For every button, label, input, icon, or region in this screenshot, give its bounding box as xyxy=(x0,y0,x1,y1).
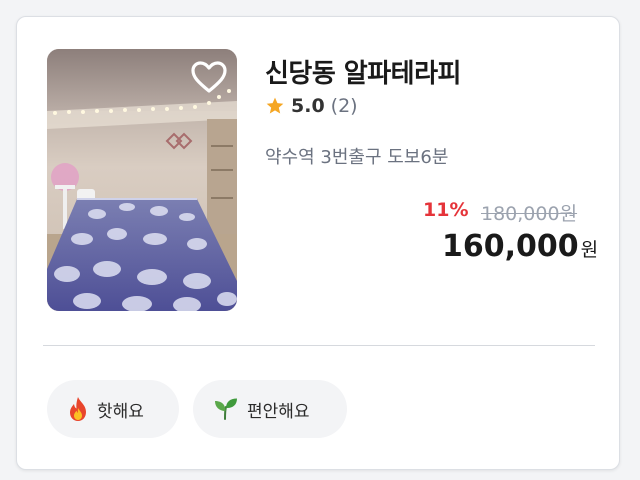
rating: 5.0 (2) xyxy=(265,95,358,117)
rating-count: (2) xyxy=(330,95,358,117)
divider xyxy=(43,345,595,346)
tag-label: 핫해요 xyxy=(97,401,144,422)
shop-card[interactable]: 신당동 알파테라피 5.0 (2) 약수역 3번출구 도보6분 11% 180,… xyxy=(16,16,620,470)
current-price: 160,000 원 xyxy=(442,229,598,264)
original-price: 180,000원 xyxy=(481,203,578,225)
favorite-heart-icon[interactable] xyxy=(189,57,229,97)
rating-score: 5.0 xyxy=(291,95,325,117)
shop-title[interactable]: 신당동 알파테라피 xyxy=(265,53,461,90)
fire-icon xyxy=(70,397,86,421)
star-icon xyxy=(266,97,284,114)
discount-rate: 11% xyxy=(423,199,469,221)
current-price-value: 160,000 xyxy=(442,229,579,264)
tag-hot[interactable]: 핫해요 xyxy=(47,380,179,438)
leaf-icon xyxy=(215,398,237,420)
tag-comfortable[interactable]: 편안해요 xyxy=(193,380,347,438)
current-price-unit: 원 xyxy=(580,239,599,261)
tag-label: 편안해요 xyxy=(247,401,310,422)
location-text: 약수역 3번출구 도보6분 xyxy=(265,147,449,168)
